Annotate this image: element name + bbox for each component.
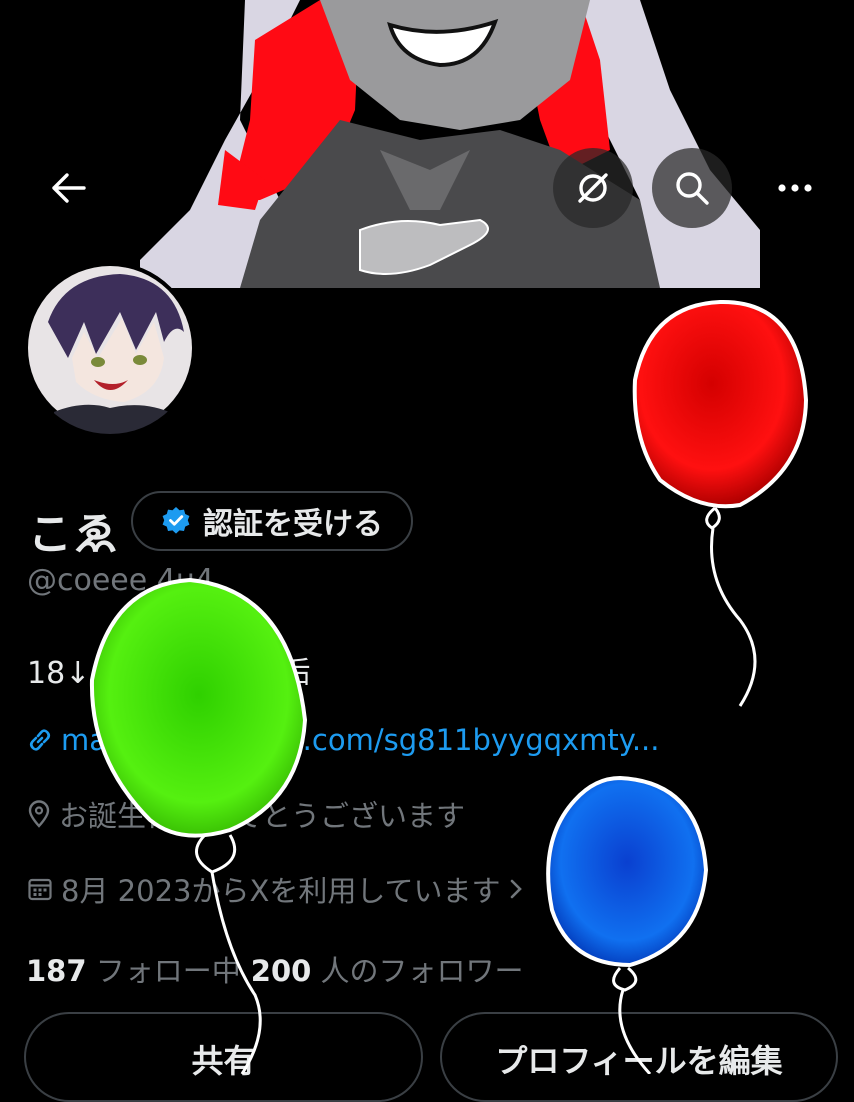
profile-joined-text: 8月 2023からXを利用しています [61, 874, 501, 908]
search-button[interactable] [652, 148, 732, 228]
link-icon [29, 729, 51, 751]
following-label: フォロー中 [95, 954, 241, 988]
more-button[interactable] [755, 148, 835, 228]
share-button-label: 共有 [191, 1042, 256, 1080]
following-count: 187 [26, 954, 87, 988]
get-verified-button[interactable]: 認証を受ける [131, 491, 413, 551]
following-stat[interactable]: 187 フォロー中 [26, 948, 241, 990]
back-button[interactable] [29, 148, 109, 228]
grok-icon [578, 173, 608, 203]
chevron-right-icon [511, 879, 523, 899]
back-arrow-icon [52, 173, 86, 203]
avatar-image [24, 262, 196, 434]
profile-joined[interactable]: 8月 2023からXを利用しています [27, 868, 524, 910]
followers-stat[interactable]: 200 人のフォロワー [251, 948, 524, 990]
profile-handle: @coeee 4u4 [27, 563, 214, 598]
more-icon [778, 184, 812, 192]
edit-profile-label: プロフィールを編集 [495, 1042, 783, 1080]
search-icon [676, 172, 709, 205]
follow-stats: 187 フォロー中 200 人のフォロワー [26, 948, 524, 990]
followers-count: 200 [250, 954, 312, 988]
profile-location-text: お誕生日おめでとうございます [59, 799, 466, 833]
red-balloon [632, 299, 809, 707]
profile-banner[interactable] [0, 0, 854, 288]
edit-profile-button[interactable]: プロフィールを編集 [440, 1012, 838, 1102]
profile-link-text[interactable]: marshmallow-qa.com/sg811byygqxmty... [61, 723, 659, 757]
get-verified-label: 認証を受ける [203, 507, 383, 542]
profile-link[interactable]: marshmallow-qa.com/sg811byygqxmty... [27, 723, 659, 757]
grok-button[interactable] [553, 148, 633, 228]
share-button[interactable]: 共有 [24, 1012, 423, 1102]
profile-location: お誕生日おめでとうございます [27, 793, 465, 835]
profile-bio: 18↓/趣味・絵描き垢 [27, 656, 311, 691]
verified-badge-icon [162, 507, 190, 534]
banner-illustration [0, 0, 854, 288]
location-icon [28, 800, 50, 828]
profile-name: こゑ [28, 509, 120, 560]
followers-label: 人のフォロワー [320, 954, 524, 988]
avatar[interactable] [24, 262, 196, 434]
calendar-icon [28, 878, 52, 901]
